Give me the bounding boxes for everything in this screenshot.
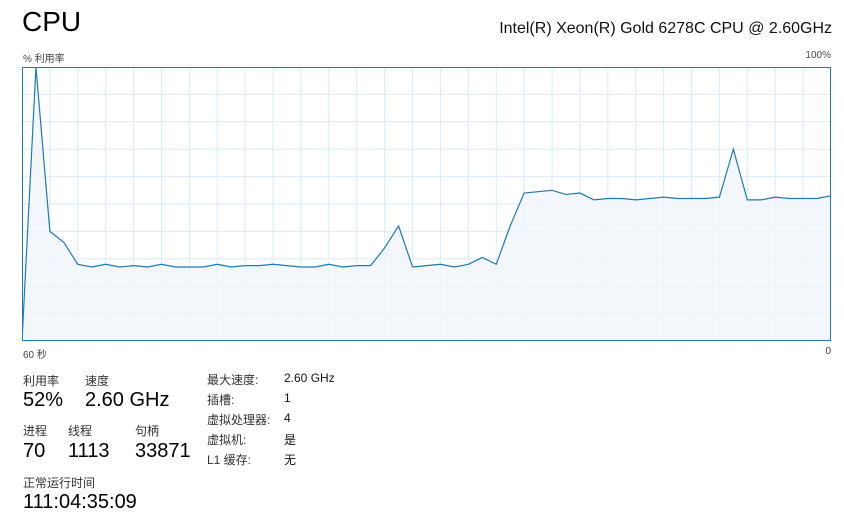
virtual-processors-value: 4 <box>284 411 291 425</box>
l1-cache-label: L1 缓存: <box>207 453 252 467</box>
speed-label: 速度 <box>85 374 110 388</box>
virtual-machine-value: 是 <box>284 433 297 447</box>
uptime-label: 正常运行时间 <box>23 476 96 490</box>
sockets-value: 1 <box>284 391 291 405</box>
l1-cache-value: 无 <box>284 453 297 467</box>
graph-y-max-label: 100% <box>805 50 831 61</box>
max-speed-value: 2.60 GHz <box>284 371 335 385</box>
virtual-machine-label: 虚拟机: <box>207 433 247 447</box>
uptime-value: 111:04:35:09 <box>23 491 137 513</box>
page-title: CPU <box>22 6 82 37</box>
threads-value: 1113 <box>68 440 110 462</box>
handles-value: 33871 <box>135 440 191 462</box>
max-speed-label: 最大速度: <box>207 373 259 387</box>
cpu-model-name: Intel(R) Xeon(R) Gold 6278C CPU @ 2.60GH… <box>499 20 832 37</box>
utilization-value: 52% <box>23 389 64 411</box>
utilization-label: 利用率 <box>23 374 60 388</box>
processes-value: 70 <box>23 440 46 462</box>
processes-label: 进程 <box>23 424 48 438</box>
threads-label: 线程 <box>68 424 93 438</box>
speed-value: 2.60 GHz <box>85 389 170 411</box>
virtual-processors-label: 虚拟处理器: <box>207 413 271 427</box>
cpu-utilization-graph[interactable] <box>22 67 831 341</box>
graph-x-left-label: 60 秒 <box>23 350 47 361</box>
handles-label: 句柄 <box>135 424 160 438</box>
graph-x-right-label: 0 <box>825 346 831 357</box>
sockets-label: 插槽: <box>207 393 235 407</box>
graph-y-axis-label: % 利用率 <box>23 54 65 65</box>
